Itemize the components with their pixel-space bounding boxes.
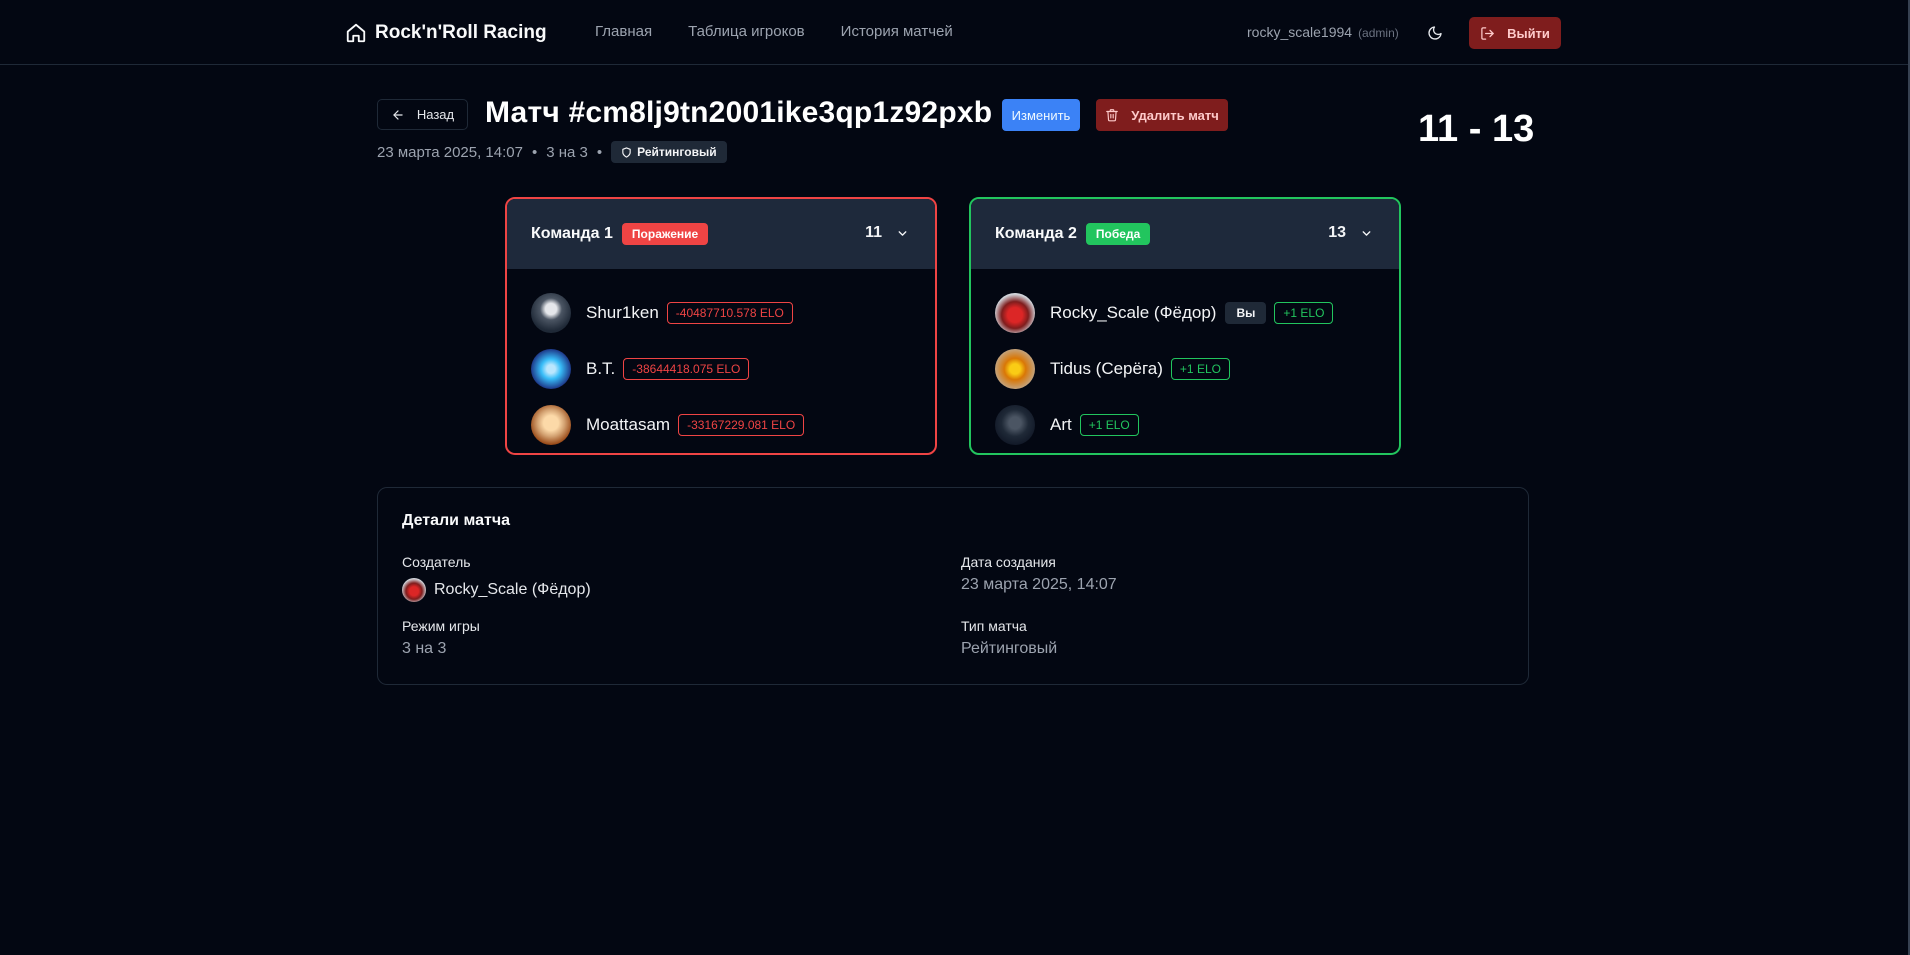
avatar [995, 405, 1035, 445]
created-date-label: Дата создания [961, 554, 1056, 570]
avatar [402, 578, 426, 602]
logout-label: Выйти [1507, 25, 1550, 41]
avatar [531, 293, 571, 333]
theme-toggle-button[interactable] [1420, 20, 1450, 46]
avatar [531, 349, 571, 389]
team-card-1: Команда 1 Поражение 11 Shur1ken -4048771… [505, 197, 937, 455]
arrow-left-icon [393, 109, 403, 120]
creator-label: Создатель [402, 554, 471, 570]
avatar [995, 293, 1035, 333]
log-out-icon [1481, 26, 1494, 40]
game-mode-label: Режим игры [402, 618, 480, 634]
brand-name: Rock'n'Roll Racing [375, 22, 547, 43]
nav-home[interactable]: Главная [595, 23, 652, 40]
elo-change-badge: -38644418.075 ELO [623, 358, 750, 380]
avatar [995, 349, 1035, 389]
player-name[interactable]: Moattasam [586, 415, 670, 435]
match-type-label: Рейтинговый [637, 145, 717, 159]
game-mode-value: 3 на 3 [402, 640, 447, 657]
delete-match-button[interactable]: Удалить матч [1096, 99, 1228, 131]
team-name: Команда 1 [531, 225, 613, 242]
shield-icon [622, 146, 631, 158]
player-list: Shur1ken -40487710.578 ELO B.T. -3864441… [507, 269, 935, 453]
team-card-2: Команда 2 Победа 13 Rocky_Scale (Фёдор) … [969, 197, 1401, 455]
creator-value[interactable]: Rocky_Scale (Фёдор) [402, 578, 591, 602]
current-user: rocky_scale1994 (admin) [1247, 24, 1399, 40]
team-name: Команда 2 [995, 225, 1077, 242]
elo-change-badge: +1 ELO [1079, 414, 1139, 436]
separator-dot: • [531, 143, 538, 161]
match-meta: 23 марта 2025, 14:07 • 3 на 3 • Рейтинго… [377, 141, 727, 163]
elo-change-badge: -33167229.081 ELO [678, 414, 805, 436]
player-list: Rocky_Scale (Фёдор) Вы +1 ELO Tidus (Сер… [971, 269, 1399, 453]
player-row: Rocky_Scale (Фёдор) Вы +1 ELO [971, 285, 1399, 341]
result-badge-win: Победа [1085, 223, 1151, 245]
match-score: 11 - 13 [1418, 108, 1535, 150]
match-details-card: Детали матча Создатель Rocky_Scale (Фёдо… [377, 487, 1529, 685]
elo-change-badge: +1 ELO [1274, 302, 1334, 324]
chevron-down-icon [898, 230, 907, 236]
created-date-value: 23 марта 2025, 14:07 [961, 576, 1117, 593]
chevron-down-icon [1362, 230, 1371, 236]
nav-match-history[interactable]: История матчей [841, 23, 953, 40]
match-type-value: Рейтинговый [961, 640, 1058, 657]
player-row: Shur1ken -40487710.578 ELO [507, 285, 935, 341]
player-name[interactable]: Art [1050, 415, 1072, 435]
delete-label: Удалить матч [1131, 107, 1219, 123]
back-button[interactable]: Назад [377, 99, 468, 130]
elo-change-badge: +1 ELO [1170, 358, 1230, 380]
match-date: 23 марта 2025, 14:07 [377, 143, 523, 161]
player-name[interactable]: B.T. [586, 359, 615, 379]
player-row: B.T. -38644418.075 ELO [507, 341, 935, 397]
elo-change-badge: -40487710.578 ELO [666, 302, 793, 324]
team-header-1[interactable]: Команда 1 Поражение 11 [507, 199, 935, 269]
home-icon [346, 23, 366, 43]
team-score-value: 13 [1328, 224, 1346, 241]
details-title: Детали матча [402, 512, 511, 529]
main-nav: Главная Таблица игроков История матчей [595, 23, 953, 40]
avatar [531, 405, 571, 445]
brand-link[interactable]: Rock'n'Roll Racing [345, 20, 547, 46]
separator-dot: • [596, 143, 603, 161]
team-score-value: 11 [865, 224, 882, 241]
trash-icon [1106, 109, 1119, 122]
team-score: 13 [1328, 224, 1373, 242]
team-score: 11 [865, 224, 909, 242]
player-row: Art +1 ELO [971, 397, 1399, 453]
user-role: (admin) [1358, 26, 1399, 40]
top-navbar: Rock'n'Roll Racing Главная Таблица игрок… [0, 0, 1908, 65]
moon-icon [1428, 26, 1442, 40]
back-label: Назад [416, 107, 455, 122]
logout-button[interactable]: Выйти [1469, 17, 1561, 49]
player-name[interactable]: Rocky_Scale (Фёдор) [1050, 303, 1216, 323]
player-name[interactable]: Shur1ken [586, 303, 659, 323]
you-badge: Вы [1225, 302, 1267, 324]
match-mode: 3 на 3 [546, 143, 588, 161]
page-title: Матч #cm8lj9tn2001ike3qp1z92pxb [485, 96, 993, 129]
username: rocky_scale1994 [1247, 24, 1353, 40]
match-type-label: Тип матча [961, 618, 1027, 634]
result-badge-loss: Поражение [621, 223, 709, 245]
team-header-2[interactable]: Команда 2 Победа 13 [971, 199, 1399, 269]
nav-players-table[interactable]: Таблица игроков [688, 23, 805, 40]
match-type-badge: Рейтинговый [611, 141, 727, 163]
creator-name: Rocky_Scale (Фёдор) [434, 581, 591, 598]
player-name[interactable]: Tidus (Серёга) [1050, 359, 1163, 379]
edit-match-button[interactable]: Изменить [1002, 99, 1080, 131]
player-row: Tidus (Серёга) +1 ELO [971, 341, 1399, 397]
player-row: Moattasam -33167229.081 ELO [507, 397, 935, 453]
